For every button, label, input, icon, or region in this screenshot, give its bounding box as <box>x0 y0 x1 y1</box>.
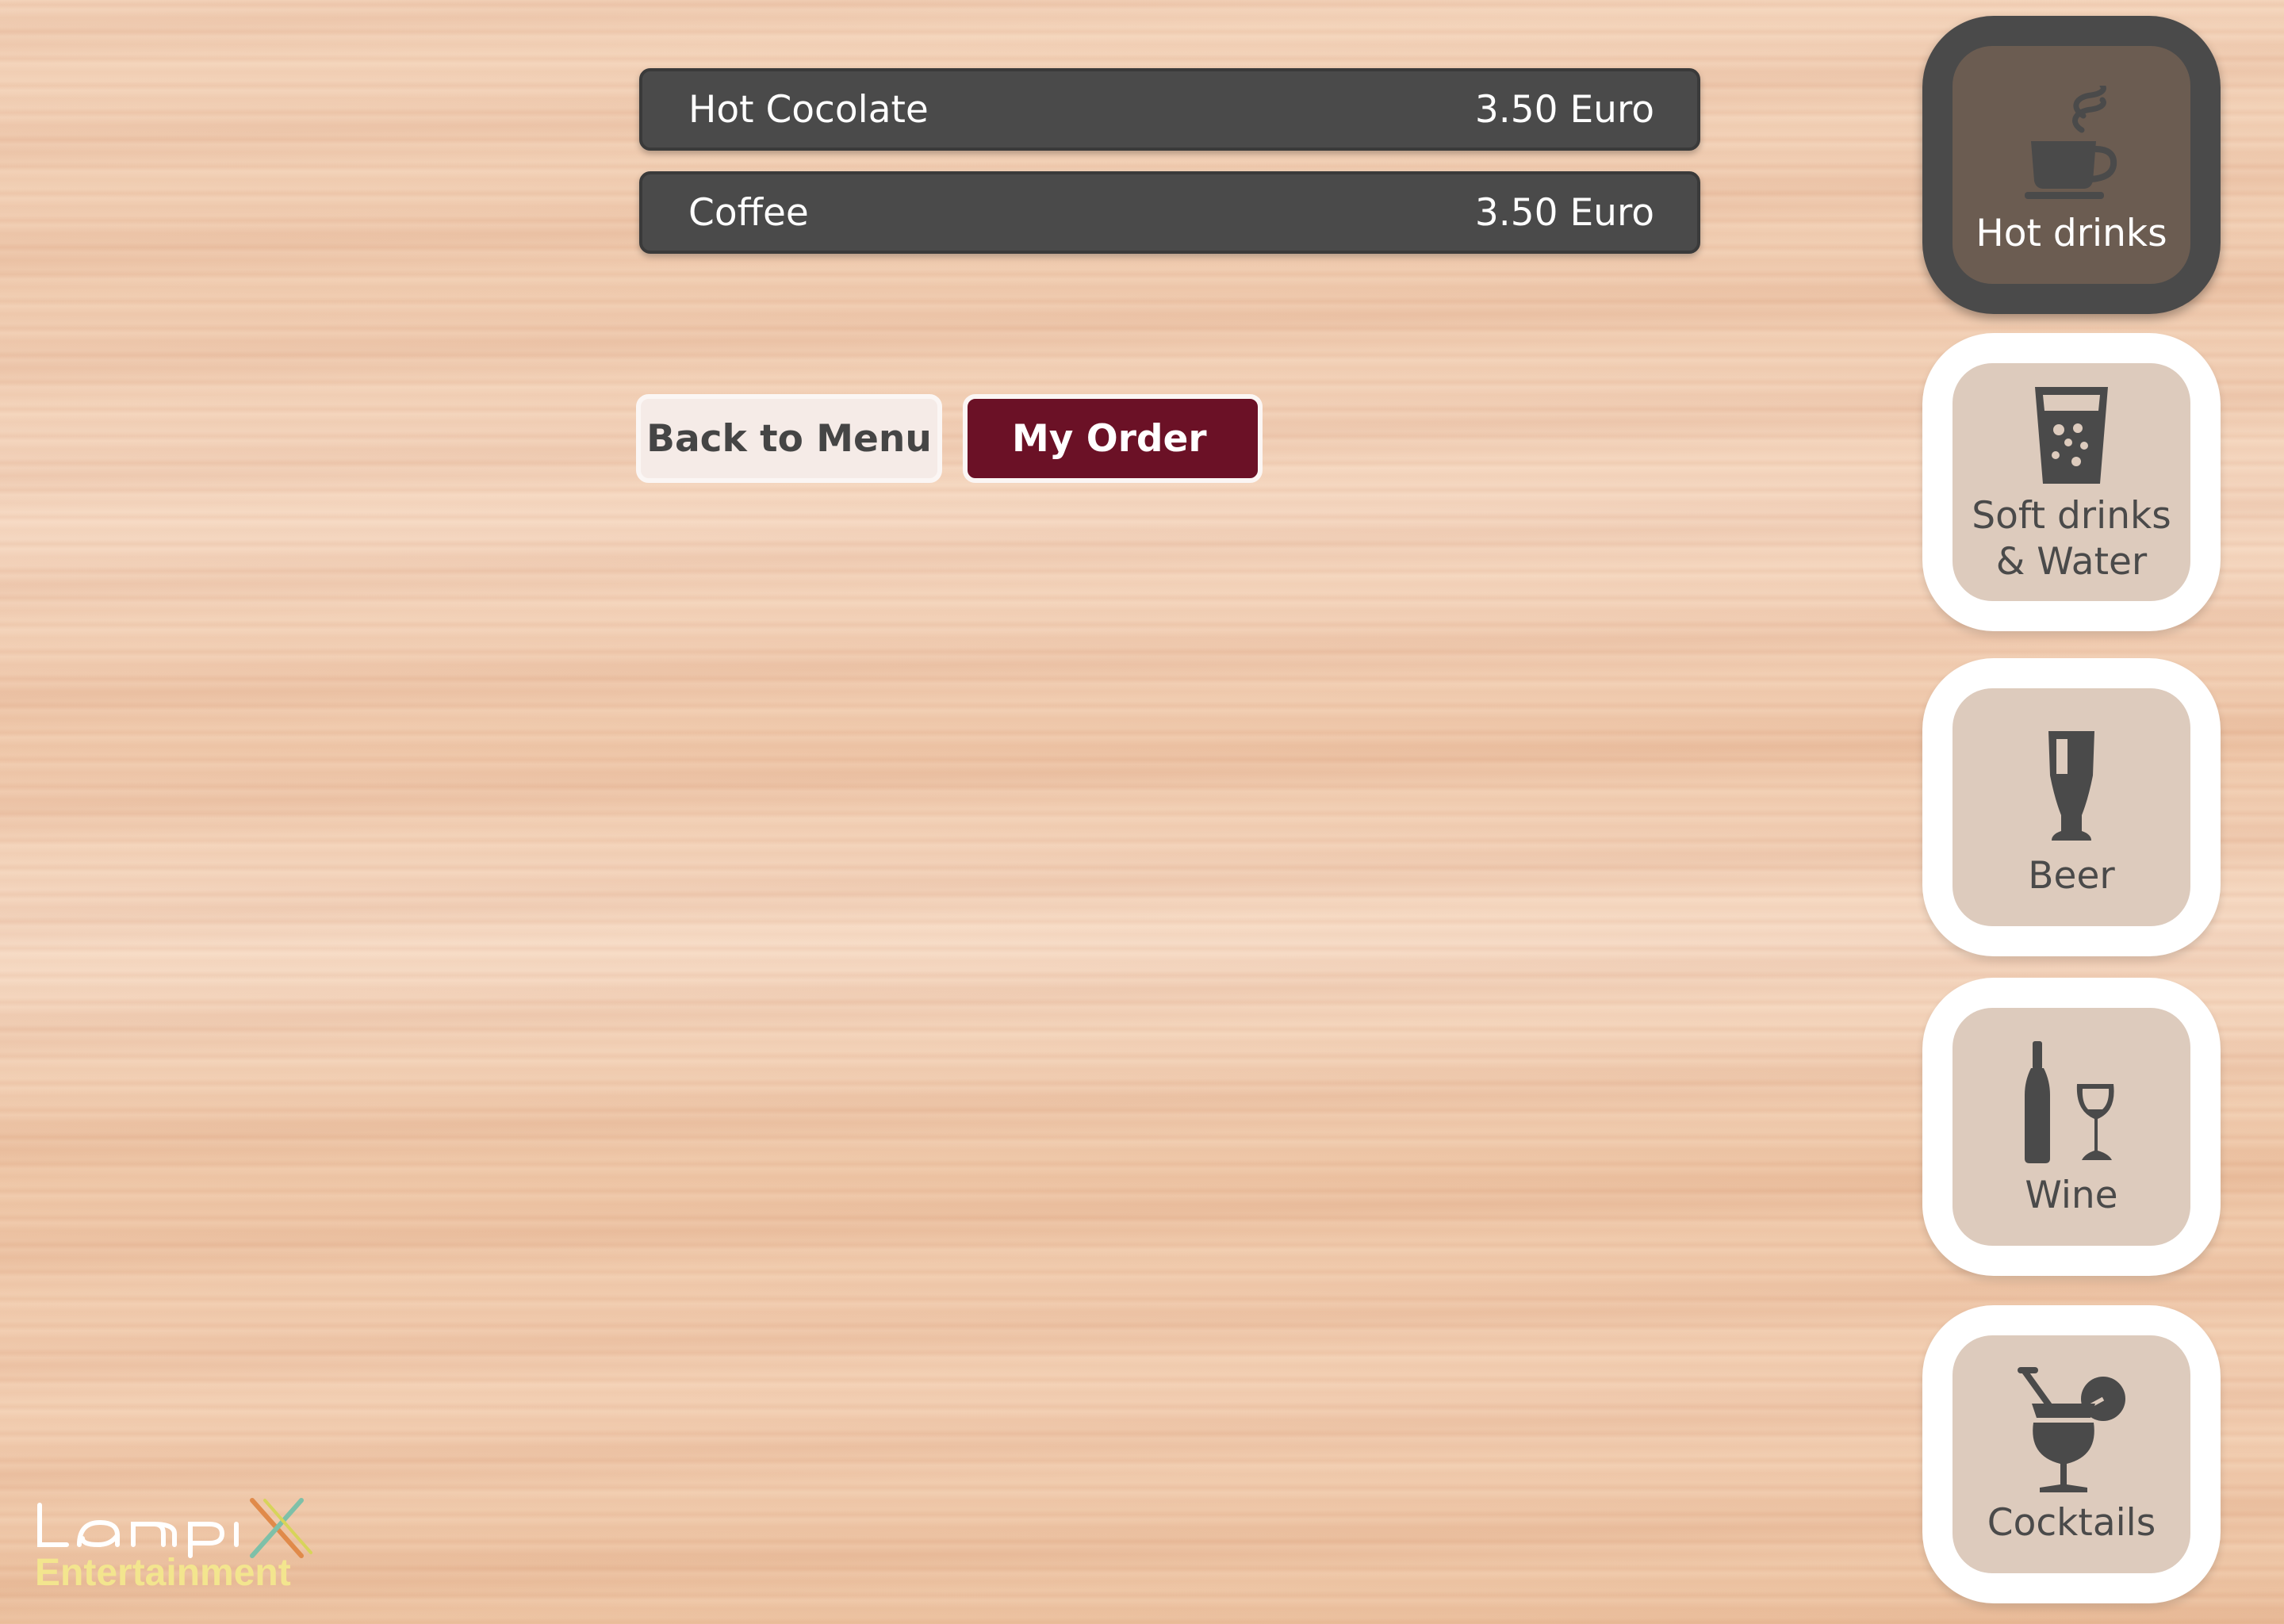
beer-glass-icon <box>2048 731 2094 841</box>
category-cocktails[interactable]: Cocktails <box>1922 1305 2221 1603</box>
category-label: Soft drinks & Water <box>1972 494 2171 584</box>
category-hot-drinks[interactable]: Hot drinks <box>1922 16 2221 314</box>
category-tile-inner: Beer <box>1953 688 2190 926</box>
category-tile-inner: Hot drinks <box>1953 46 2190 284</box>
category-tile-inner: Wine <box>1953 1008 2190 1246</box>
category-label: Hot drinks <box>1976 212 2167 255</box>
cocktail-icon <box>2018 1367 2125 1492</box>
my-order-button[interactable]: My Order <box>963 394 1263 483</box>
menu-item-price: 3.50 Euro <box>1474 87 1654 132</box>
category-wine[interactable]: Wine <box>1922 978 2221 1276</box>
category-tile-inner: Cocktails <box>1953 1335 2190 1573</box>
lampix-wordmark <box>37 1498 312 1558</box>
category-label: Cocktails <box>1987 1501 2156 1545</box>
lampix-logo: Entertainment <box>35 1489 320 1600</box>
category-soft-drinks-water[interactable]: Soft drinks & Water <box>1922 333 2221 631</box>
soft-drink-icon <box>2035 387 2108 484</box>
menu-item[interactable]: Coffee 3.50 Euro <box>639 171 1700 254</box>
category-beer[interactable]: Beer <box>1922 658 2221 956</box>
logo-subtitle: Entertainment <box>35 1552 291 1594</box>
menu-item-name: Coffee <box>688 190 809 235</box>
menu-item-list: Hot Cocolate 3.50 Euro Coffee 3.50 Euro <box>639 68 1700 274</box>
menu-item-name: Hot Cocolate <box>688 87 929 132</box>
menu-item[interactable]: Hot Cocolate 3.50 Euro <box>639 68 1700 151</box>
category-label: Beer <box>2028 854 2115 898</box>
category-label: Wine <box>2025 1174 2118 1217</box>
menu-item-price: 3.50 Euro <box>1474 190 1654 235</box>
back-to-menu-button[interactable]: Back to Menu <box>636 394 942 483</box>
wine-icon <box>2025 1041 2114 1163</box>
hot-drink-icon <box>2025 86 2117 199</box>
category-tile-inner: Soft drinks & Water <box>1953 363 2190 601</box>
action-buttons: Back to Menu My Order <box>636 394 1263 483</box>
